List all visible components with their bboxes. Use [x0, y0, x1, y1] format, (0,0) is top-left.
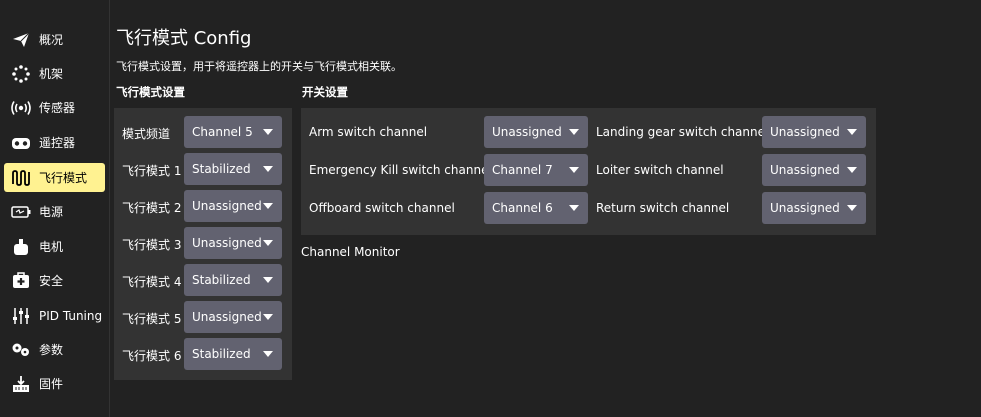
caret-down-icon: [569, 167, 579, 173]
flight-mode-6-select[interactable]: Stabilized: [184, 338, 282, 370]
flight-mode-5-label: 飞行模式 5: [122, 312, 182, 326]
flight-modes-section-title: 飞行模式设置: [116, 85, 185, 99]
mode-channel-select[interactable]: Channel 5: [184, 116, 282, 148]
radio-waves-icon: [10, 99, 32, 117]
offboard-switch-label: Offboard switch channel: [309, 201, 455, 215]
combo-value: Channel 7: [492, 163, 553, 177]
caret-down-icon: [263, 314, 273, 320]
return-switch-select[interactable]: Unassigned: [762, 192, 866, 224]
emergency-kill-switch-label: Emergency Kill switch channel: [309, 163, 492, 177]
sidebar-item-sensors[interactable]: 传感器: [4, 93, 105, 122]
combo-value: Unassigned: [770, 125, 840, 139]
motor-icon: [10, 238, 32, 256]
sidebar-item-airframe[interactable]: 机架: [4, 59, 105, 88]
sidebar-item-radio[interactable]: 遥控器: [4, 128, 105, 157]
flight-mode-2-select[interactable]: Unassigned: [184, 190, 282, 222]
combo-value: Stabilized: [192, 273, 251, 287]
combo-value: Unassigned: [770, 163, 840, 177]
page-title: 飞行模式 Config: [116, 28, 252, 49]
sidebar-item-label: 飞行模式: [39, 171, 88, 185]
combo-value: Unassigned: [192, 236, 262, 250]
combo-value: Unassigned: [192, 310, 262, 324]
arm-switch-label: Arm switch channel: [309, 125, 428, 139]
gears-icon: [10, 341, 32, 359]
sidebar-item-label: 电机: [39, 240, 64, 254]
battery-icon: [10, 203, 32, 221]
sidebar-item-firmware[interactable]: 固件: [4, 369, 105, 398]
combo-value: Unassigned: [770, 201, 840, 215]
sidebar-item-parameters[interactable]: 参数: [4, 335, 105, 364]
caret-down-icon: [263, 240, 273, 246]
sidebar-item-safety[interactable]: 安全: [4, 266, 105, 295]
sliders-icon: [10, 307, 32, 325]
caret-down-icon: [847, 167, 857, 173]
flight-mode-6-label: 飞行模式 6: [122, 349, 182, 363]
caret-down-icon: [263, 203, 273, 209]
combo-value: Stabilized: [192, 347, 251, 361]
caret-down-icon: [263, 351, 273, 357]
gamepad-icon: [10, 134, 32, 152]
sidebar-item-label: 电源: [39, 205, 64, 219]
sidebar-item-label: 固件: [39, 377, 64, 391]
flight-mode-1-label: 飞行模式 1: [122, 164, 182, 178]
flight-mode-3-label: 飞行模式 3: [122, 238, 182, 252]
landing-gear-switch-label: Landing gear switch channel: [596, 125, 769, 139]
paper-plane-icon: [10, 31, 32, 49]
caret-down-icon: [263, 129, 273, 135]
flight-mode-5-select[interactable]: Unassigned: [184, 301, 282, 333]
switches-section-title: 开关设置: [302, 85, 348, 99]
sidebar-item-power[interactable]: 电源: [4, 197, 105, 226]
page-description: 飞行模式设置，用于将遥控器上的开关与飞行模式相关联。: [116, 60, 402, 73]
main-content: 飞行模式 Config 飞行模式设置，用于将遥控器上的开关与飞行模式相关联。 飞…: [110, 0, 981, 417]
caret-down-icon: [569, 205, 579, 211]
sidebar-item-label: PID Tuning: [39, 308, 103, 323]
caret-down-icon: [263, 166, 273, 172]
flight-mode-3-select[interactable]: Unassigned: [184, 227, 282, 259]
caret-down-icon: [847, 129, 857, 135]
return-switch-label: Return switch channel: [596, 201, 730, 215]
channel-monitor-title: Channel Monitor: [301, 245, 400, 259]
airframe-icon: [10, 64, 32, 83]
arm-switch-select[interactable]: Unassigned: [484, 116, 588, 148]
combo-value: Unassigned: [492, 125, 562, 139]
flight-mode-2-label: 飞行模式 2: [122, 201, 182, 215]
sidebar-item-motors[interactable]: 电机: [4, 232, 105, 261]
offboard-switch-select[interactable]: Channel 6: [484, 192, 588, 224]
sidebar-item-label: 概况: [39, 33, 64, 47]
caret-down-icon: [569, 129, 579, 135]
sidebar-item-label: 安全: [39, 274, 64, 288]
combo-value: Channel 6: [492, 201, 553, 215]
flight-modes-icon: [10, 169, 32, 187]
sidebar-item-flight-modes[interactable]: 飞行模式: [4, 163, 105, 192]
firmware-icon: [10, 375, 32, 393]
flight-mode-4-select[interactable]: Stabilized: [184, 264, 282, 296]
flight-mode-1-select[interactable]: Stabilized: [184, 153, 282, 185]
emergency-kill-switch-select[interactable]: Channel 7: [484, 154, 588, 186]
loiter-switch-label: Loiter switch channel: [596, 163, 724, 177]
sidebar-item-pid-tuning[interactable]: PID Tuning: [4, 301, 105, 330]
caret-down-icon: [263, 277, 273, 283]
landing-gear-switch-select[interactable]: Unassigned: [762, 116, 866, 148]
flight-mode-4-label: 飞行模式 4: [122, 275, 182, 289]
sidebar-item-label: 机架: [39, 67, 64, 81]
medkit-icon: [10, 272, 32, 290]
combo-value: Unassigned: [192, 199, 262, 213]
combo-value: Stabilized: [192, 162, 251, 176]
mode-channel-label: 模式频道: [122, 127, 171, 141]
loiter-switch-select[interactable]: Unassigned: [762, 154, 866, 186]
sidebar-item-summary[interactable]: 概况: [4, 25, 105, 54]
sidebar-item-label: 参数: [39, 343, 64, 357]
sidebar-item-label: 传感器: [39, 101, 76, 115]
sidebar: 概况 机架 传感器 遥控器 飞行模式 电源 电机 安全 PID Tuning 参…: [0, 0, 110, 417]
sidebar-item-label: 遥控器: [39, 136, 76, 150]
combo-value: Channel 5: [192, 125, 253, 139]
caret-down-icon: [847, 205, 857, 211]
